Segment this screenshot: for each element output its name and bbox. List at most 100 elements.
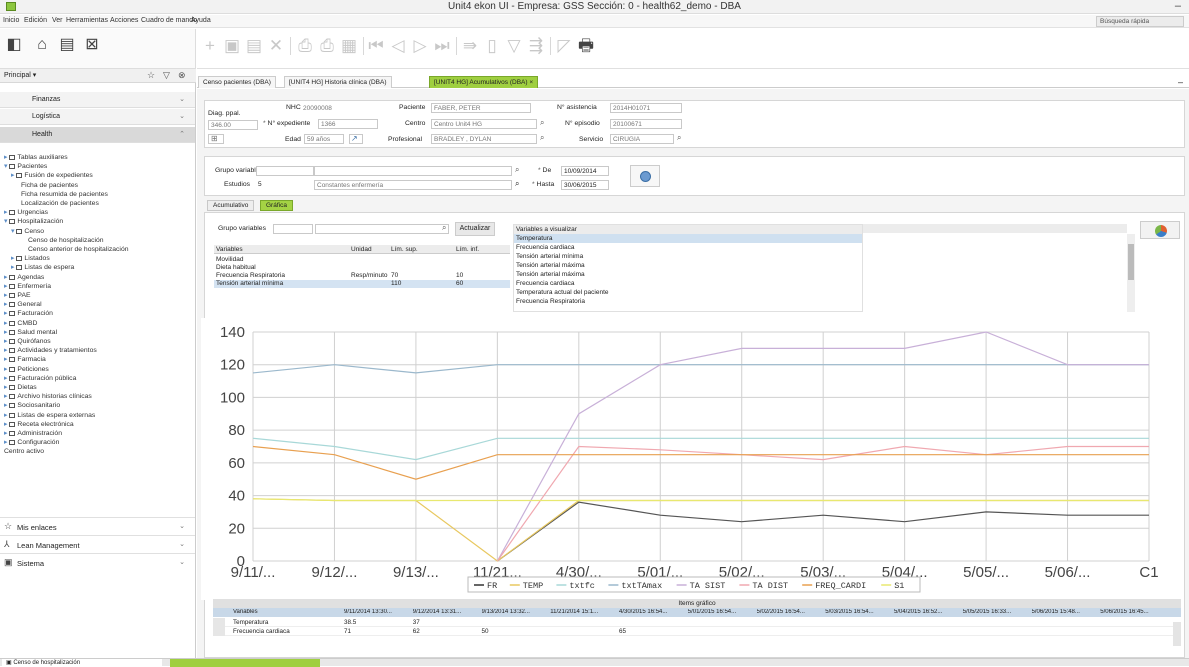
expand-icon[interactable]: ▸: [4, 412, 7, 419]
expand-icon[interactable]: ▸: [11, 172, 14, 179]
delete-icon[interactable]: ✕: [267, 35, 285, 57]
expand-icon[interactable]: ▸: [4, 366, 7, 373]
visualizar-item[interactable]: Frecuencia Respiratoria: [514, 297, 862, 306]
sidebar-tree-item[interactable]: ▸ Receta electrónica: [4, 421, 74, 429]
sidebar-tree-item[interactable]: ▸ Dietas: [4, 384, 37, 392]
grupo-code-field[interactable]: [273, 224, 313, 234]
estudios-desc[interactable]: Constantes enfermería: [314, 180, 512, 190]
collapse-icon[interactable]: ▾: [4, 218, 7, 225]
prev-record-icon[interactable]: ◁: [389, 35, 407, 57]
sidebar-tree-item[interactable]: ▸ General: [4, 301, 42, 309]
sidebar-tree-item[interactable]: ▸ Tablas auxiliares: [4, 154, 68, 162]
visualizar-scrollbar[interactable]: [1127, 234, 1135, 312]
execute-button[interactable]: [630, 165, 660, 187]
sidebar-module-mis-enlaces[interactable]: ☆ Mis enlaces ⌄: [0, 517, 195, 535]
expand-icon[interactable]: ▸: [11, 255, 14, 262]
visualizar-item[interactable]: Tensión arterial máxima: [514, 261, 862, 270]
expand-icon[interactable]: ▸: [4, 329, 7, 336]
quick-search-input[interactable]: Búsqueda rápida: [1096, 16, 1184, 27]
sidebar-tree-item[interactable]: ▸ Agendas: [4, 274, 44, 282]
grid-column-header[interactable]: 11/21/2014 15:1...: [550, 609, 617, 615]
visualizar-item[interactable]: Temperatura actual del paciente: [514, 288, 862, 297]
sidebar-tree-item[interactable]: ▸ Farmacia: [4, 356, 46, 364]
sidebar-tree-item[interactable]: ▸ Archivo historias clínicas: [4, 393, 92, 401]
grupo-variables-desc[interactable]: [314, 166, 512, 176]
expand-icon[interactable]: ▸: [4, 430, 7, 437]
grid-column-header[interactable]: Variables: [233, 609, 347, 615]
sidebar-module-finanzas[interactable]: Finanzas ⌄: [0, 92, 195, 108]
sidebar-module-health[interactable]: Health ⌃: [0, 127, 195, 143]
grid-column-header[interactable]: 5/04/2015 16:52...: [894, 609, 961, 615]
expediente-field[interactable]: 1366: [318, 119, 378, 129]
expand-icon[interactable]: ▸: [4, 154, 7, 161]
grid-column-header[interactable]: 5/02/2015 16:54...: [757, 609, 824, 615]
sidebar-tree-item[interactable]: ▾ Censo: [11, 228, 44, 236]
table-row[interactable]: Temperatura 38.5 37: [213, 618, 1181, 627]
grid-column-header[interactable]: 5/01/2015 16:54...: [688, 609, 755, 615]
menu-edicion[interactable]: Edición: [24, 17, 47, 24]
grid-column-header[interactable]: 9/12/2014 13:31...: [413, 609, 480, 615]
expand-icon[interactable]: ▸: [4, 384, 7, 391]
close-circle-icon[interactable]: ⊗: [178, 70, 186, 81]
sidebar-tree-item[interactable]: ▸ Listas de espera externas: [4, 412, 95, 420]
menu-inicio[interactable]: Inicio: [3, 17, 19, 24]
row-selector[interactable]: [213, 618, 225, 627]
search-icon[interactable]: ⌕: [540, 133, 544, 143]
search-icon[interactable]: ⌕: [515, 179, 519, 189]
grid-icon[interactable]: ⊞: [208, 134, 224, 144]
menu-ayuda[interactable]: Ayuda: [191, 17, 211, 24]
next-record-icon[interactable]: ▷: [411, 35, 429, 57]
expand-icon[interactable]: ▸: [4, 347, 7, 354]
favorite-icon[interactable]: ☆: [147, 70, 155, 81]
expand-icon[interactable]: ▸: [4, 421, 7, 428]
grid-column-header[interactable]: 5/06/2015 15:48...: [1032, 609, 1099, 615]
tab-acumulativos[interactable]: [UNIT4 HG] Acumulativos (DBA) ×: [429, 76, 539, 88]
expand-icon[interactable]: ▸: [4, 338, 7, 345]
sidebar-tree-item[interactable]: Localización de pacientes: [21, 200, 99, 208]
visualizar-item[interactable]: Tensión arterial máxima: [514, 270, 862, 279]
network-icon[interactable]: ⊠: [83, 36, 101, 54]
expand-icon[interactable]: ▸: [4, 356, 7, 363]
sidebar-module-logistica[interactable]: Logística ⌄: [0, 109, 195, 125]
servicio-field[interactable]: CIRUGIA: [610, 134, 674, 144]
clear-filter-icon[interactable]: ⇶: [527, 35, 545, 57]
menu-acciones[interactable]: Acciones: [110, 17, 138, 24]
row-selector[interactable]: [213, 627, 225, 636]
expand-icon[interactable]: ▸: [11, 264, 14, 271]
visualizar-list[interactable]: Variables a visualizar Temperatura Frecue…: [513, 224, 863, 312]
grid-column-header[interactable]: 9/11/2014 13:30...: [344, 609, 411, 615]
sidebar-tree-item[interactable]: ▸ Peticiones: [4, 366, 49, 374]
sidebar-tree-item[interactable]: Ficha resumida de pacientes: [21, 191, 108, 199]
note-icon[interactable]: ◸: [555, 35, 573, 57]
tab-censo-pacientes[interactable]: Censo pacientes (DBA): [198, 76, 276, 88]
menu-cuadro-mando[interactable]: Cuadro de mando: [141, 17, 197, 24]
expand-icon[interactable]: ▸: [4, 393, 7, 400]
expand-icon[interactable]: ▸: [4, 402, 7, 409]
sidebar-tree-item[interactable]: ▸ Listas de espera: [11, 264, 74, 272]
document-list-icon[interactable]: ▤: [58, 36, 76, 54]
visualizar-item[interactable]: Frecuencia cardiaca: [514, 279, 862, 288]
calendar-icon[interactable]: ▦: [340, 35, 358, 57]
sidebar-tree-item[interactable]: Censo anterior de hospitalización: [28, 246, 129, 254]
expand-icon[interactable]: ▸: [4, 283, 7, 290]
tab-acumulativo[interactable]: Acumulativo: [207, 200, 255, 211]
expand-icon[interactable]: ▸: [4, 310, 7, 317]
collapse-icon[interactable]: ▾: [11, 228, 14, 235]
sidebar-tree-item[interactable]: ▸ Urgencias: [4, 209, 48, 217]
sidebar-tree-item[interactable]: Ficha de pacientes: [21, 182, 78, 190]
minimize-panel-icon[interactable]: –: [1178, 77, 1183, 87]
grid-column-header[interactable]: 5/03/2015 16:54...: [825, 609, 892, 615]
grupo-variables-code[interactable]: [256, 166, 314, 176]
close-tab-icon[interactable]: ×: [529, 79, 533, 86]
expand-icon[interactable]: ▸: [4, 209, 7, 216]
sidebar-module-lean[interactable]: ⅄ Lean Management ⌄: [0, 535, 195, 553]
add-icon[interactable]: +: [201, 35, 219, 57]
save-icon[interactable]: ▣: [223, 35, 241, 57]
printer-icon[interactable]: 🖶: [577, 35, 595, 57]
sidebar-tree-item[interactable]: ▸ CMBD: [4, 320, 37, 328]
principal-dropdown[interactable]: Principal ▾: [4, 71, 36, 79]
scrollbar-thumb[interactable]: [1128, 244, 1134, 280]
grupo-desc-field[interactable]: [315, 224, 449, 234]
date-to-field[interactable]: 30/06/2015: [561, 180, 609, 190]
save-as-icon[interactable]: ▤: [245, 35, 263, 57]
